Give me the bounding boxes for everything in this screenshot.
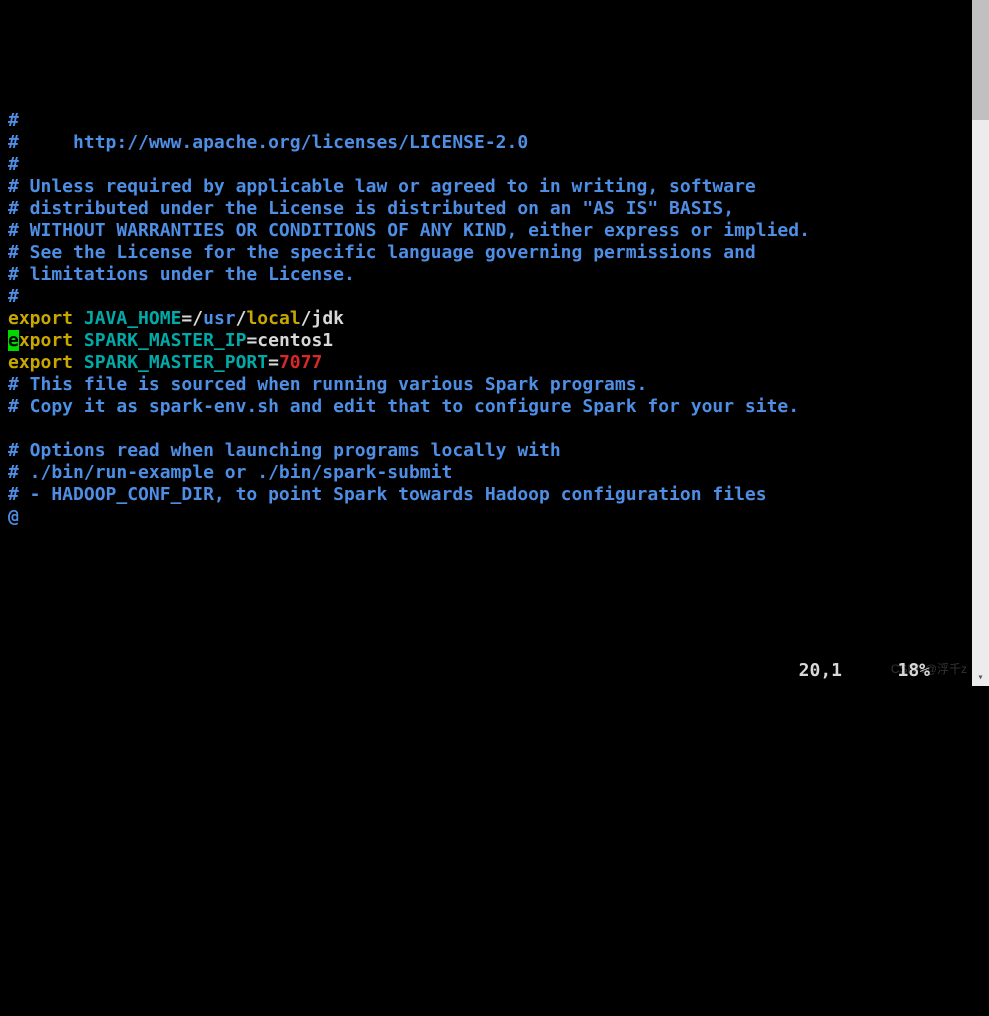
space	[73, 308, 84, 329]
slash: /	[301, 308, 312, 329]
scrollbar[interactable]: ▴ ▾	[972, 0, 989, 686]
export-keyword: export	[8, 308, 73, 329]
scrollbar-thumb[interactable]	[972, 0, 989, 120]
equals: =	[268, 352, 279, 373]
comment-line: #	[8, 154, 19, 175]
scroll-down-icon[interactable]: ▾	[972, 669, 989, 686]
path-local: local	[246, 308, 300, 329]
var-spark-master-port: SPARK_MASTER_PORT	[84, 352, 268, 373]
path-jdk: jdk	[312, 308, 345, 329]
equals: =	[246, 330, 257, 351]
cursor-position: 20,1	[799, 660, 842, 682]
comment-line: # This file is sourced when running vari…	[8, 374, 647, 395]
comment-line: # Copy it as spark-env.sh and edit that …	[8, 396, 799, 417]
watermark: CSDN@浮千z	[891, 658, 967, 680]
path-usr: usr	[203, 308, 236, 329]
comment-line: # distributed under the License is distr…	[8, 198, 734, 219]
comment-line: # See the License for the specific langu…	[8, 242, 756, 263]
var-spark-master-ip: SPARK_MASTER_IP	[84, 330, 247, 351]
vim-status-bar: 20,1 18%	[0, 660, 970, 682]
export-keyword: xport	[19, 330, 73, 351]
comment-line: # limitations under the License.	[8, 264, 355, 285]
equals-slash: =/	[181, 308, 203, 329]
comment-line: # ./bin/run-example or ./bin/spark-submi…	[8, 462, 452, 483]
license-url: http://www.apache.org/licenses/LICENSE-2…	[73, 132, 528, 153]
comment-line: # WITHOUT WARRANTIES OR CONDITIONS OF AN…	[8, 220, 810, 241]
slash: /	[236, 308, 247, 329]
comment-line: # - HADOOP_CONF_DIR, to point Spark towa…	[8, 484, 767, 505]
cursor: e	[8, 330, 19, 351]
val-centos1: centos1	[257, 330, 333, 351]
comment-line: # Unless required by applicable law or a…	[8, 176, 756, 197]
comment-line: #	[8, 286, 19, 307]
space	[73, 352, 84, 373]
comment-line: # Options read when launching programs l…	[8, 440, 561, 461]
space	[73, 330, 84, 351]
var-java-home: JAVA_HOME	[84, 308, 182, 329]
comment-line: #	[8, 110, 19, 131]
export-keyword: export	[8, 352, 73, 373]
at-marker: @	[8, 506, 19, 527]
comment-line: #	[8, 132, 73, 153]
val-7077: 7077	[279, 352, 322, 373]
